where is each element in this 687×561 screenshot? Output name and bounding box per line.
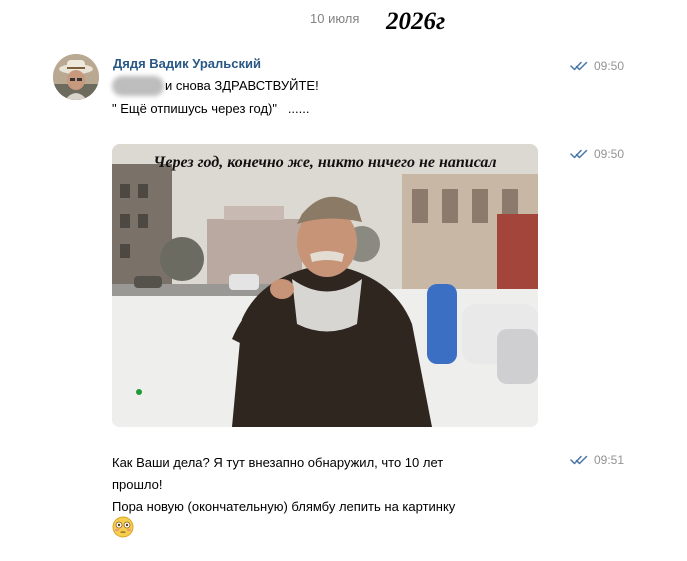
message-time: 09:50 [594, 147, 625, 161]
image-caption: Через год, конечно же, никто ничего не н… [153, 154, 497, 171]
message-status: 09:51 [570, 453, 624, 467]
message-image[interactable]: Через год, конечно же, никто ничего не н… [112, 144, 538, 427]
date-header: 10 июля [310, 11, 360, 26]
message-status: 09:50 [570, 147, 624, 161]
flushed-face-emoji-icon [112, 516, 134, 543]
message-time: 09:51 [594, 453, 625, 467]
double-check-icon [570, 455, 588, 465]
double-check-icon [570, 61, 588, 71]
message-status: 09:50 [570, 59, 624, 73]
message-text: Как Ваши дела? Я тут внезапно обнаружил,… [112, 455, 444, 470]
redacted-name-blur [112, 76, 164, 96]
message-author[interactable]: Дядя Вадик Уральский [113, 56, 261, 71]
message-time: 09:50 [594, 59, 625, 73]
message-text: Пора новую (окончательную) блямбу лепить… [112, 499, 456, 514]
message-text: и снова ЗДРАВСТВУЙТЕ! [165, 78, 319, 93]
double-check-icon [570, 149, 588, 159]
avatar[interactable] [53, 54, 99, 100]
message-text: " Ещё отпишусь через год)" ...... [112, 101, 310, 116]
message-text: прошло! [112, 477, 163, 492]
handwritten-year-annotation: 2026г [386, 8, 446, 35]
